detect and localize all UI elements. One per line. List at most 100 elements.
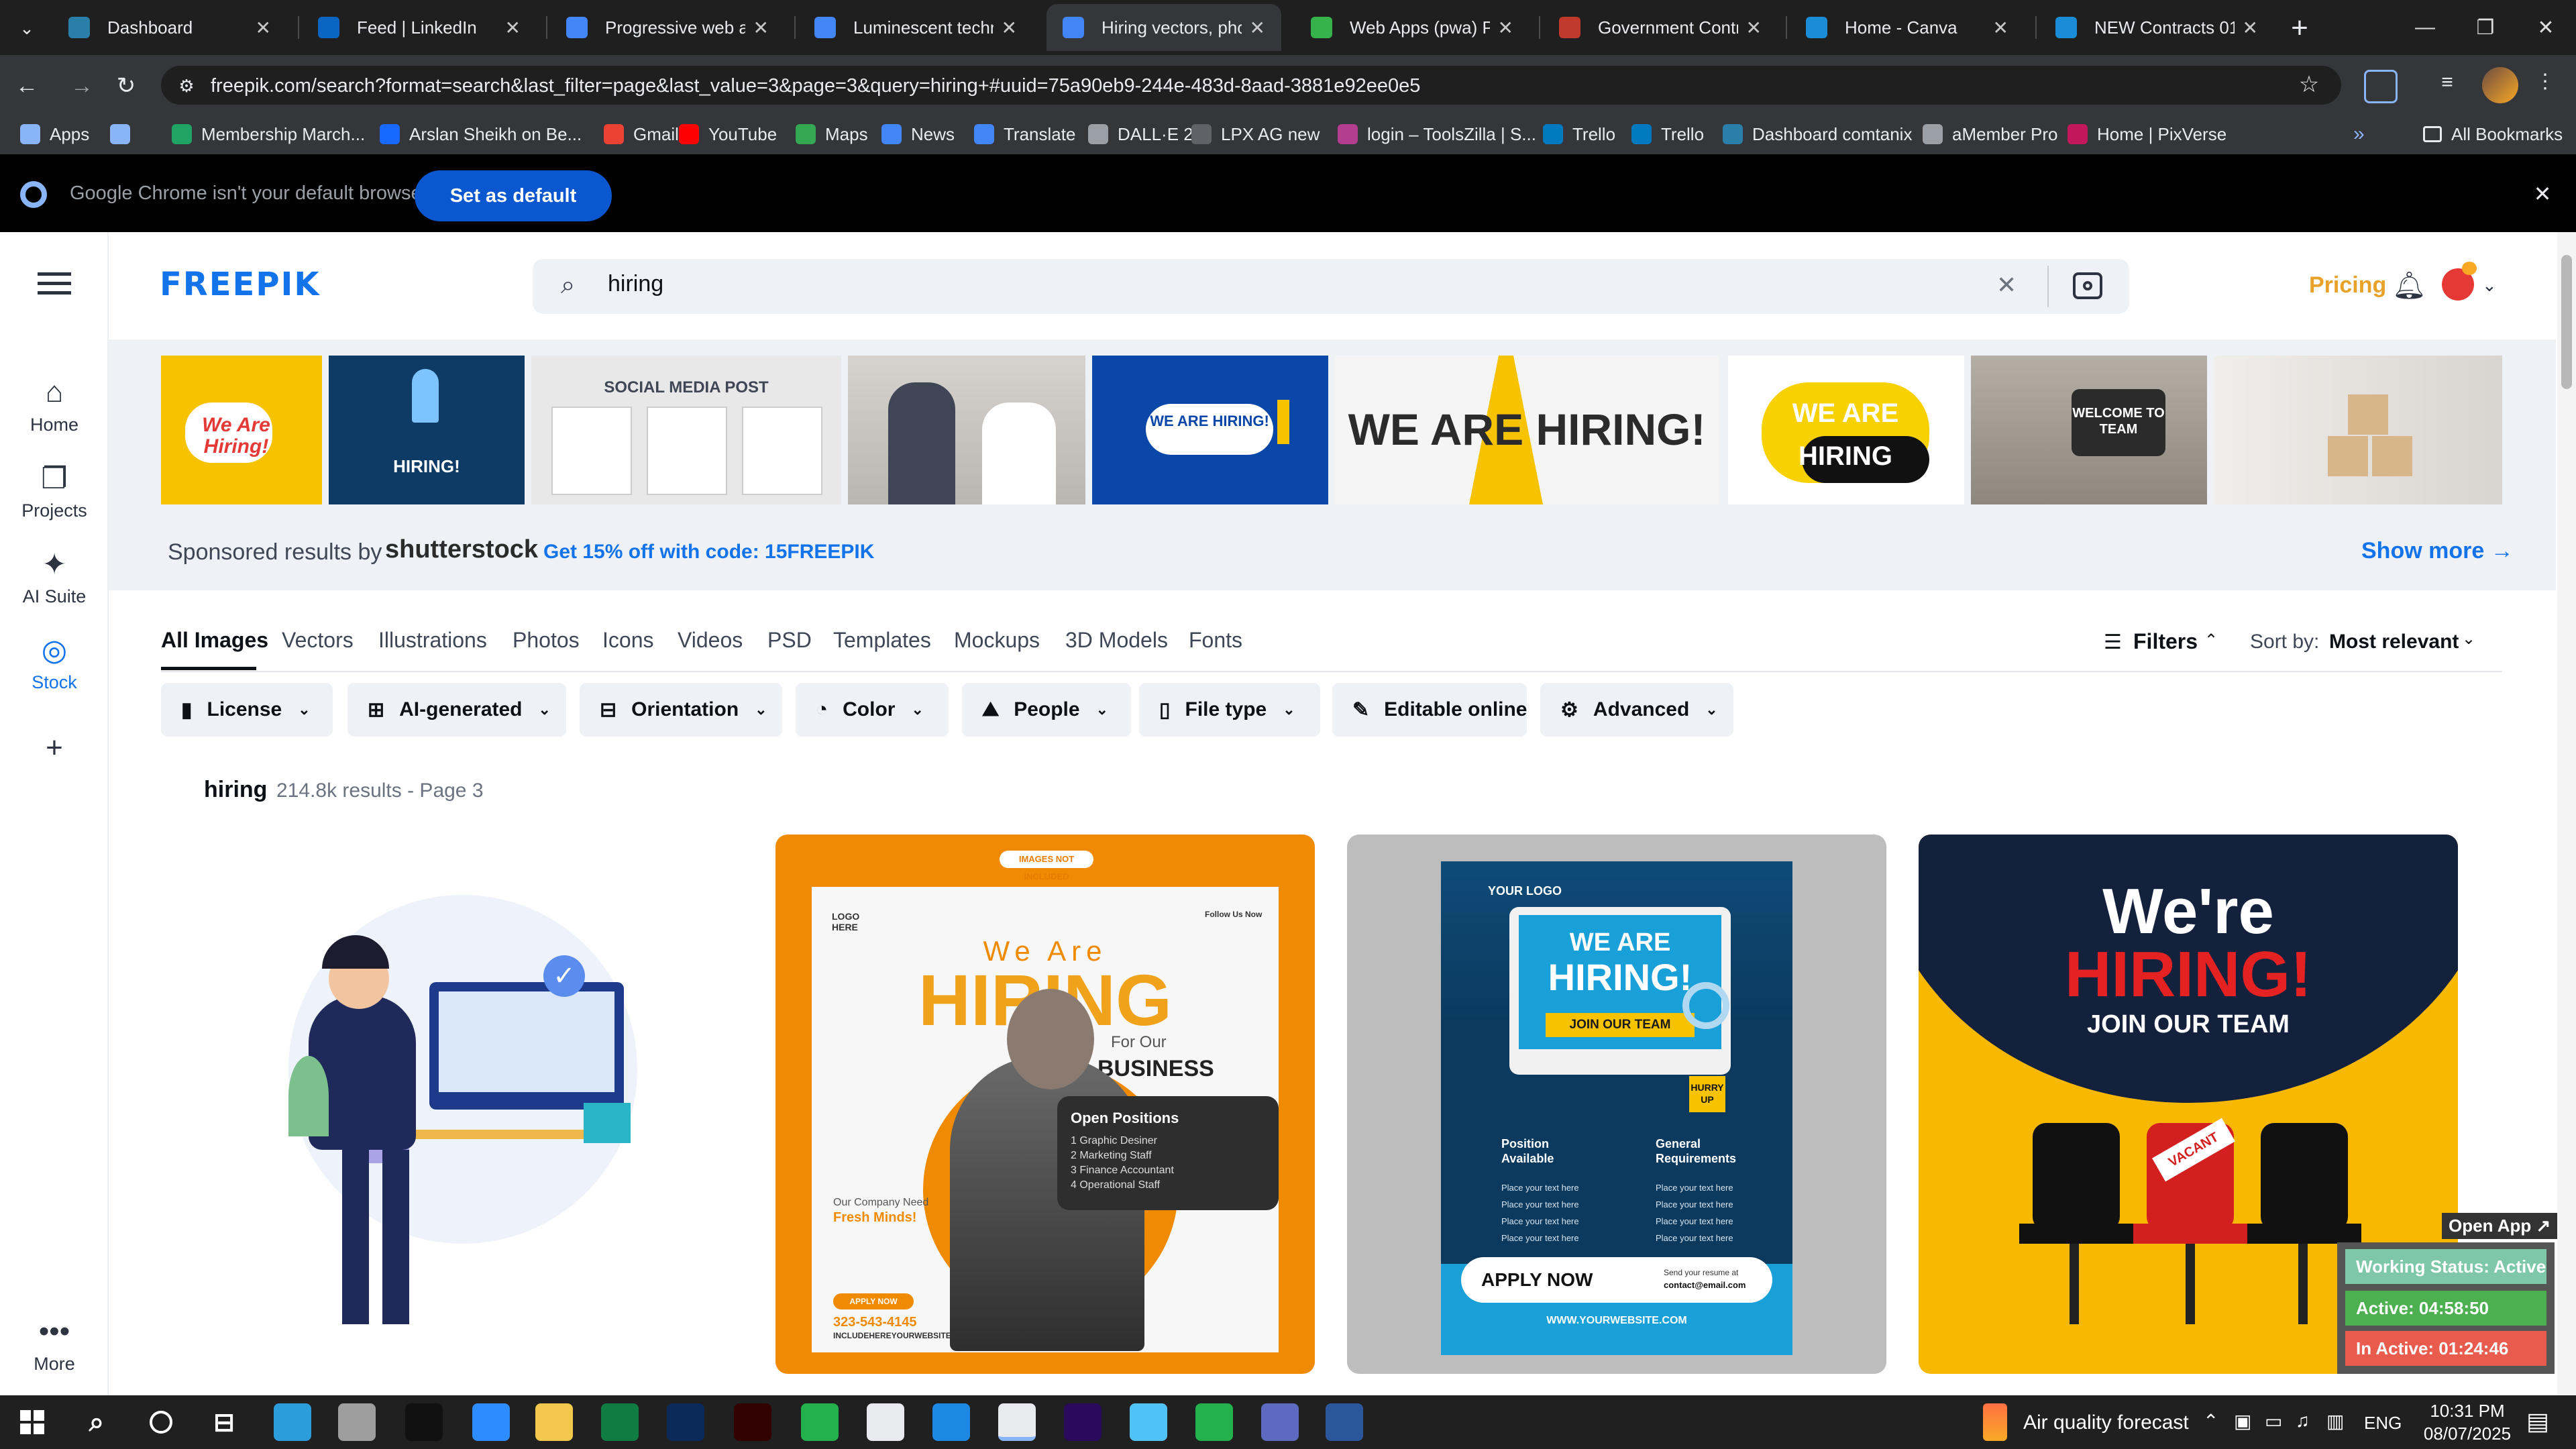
filters-button[interactable]: Filters [2133, 629, 2198, 654]
browser-tab[interactable]: Hiring vectors, photo✕ [1046, 4, 1281, 51]
search-icon[interactable]: ⌕ [78, 1403, 115, 1441]
bookmark-item[interactable]: LPX AG new [1191, 114, 1320, 154]
media-queue-icon[interactable]: ≡ [2432, 71, 2462, 101]
browser-tab[interactable]: Web Apps (pwa) Pict✕ [1295, 4, 1529, 51]
close-tab-icon[interactable]: ✕ [1746, 17, 1762, 39]
weather-icon[interactable] [1983, 1403, 2007, 1441]
sponsored-thumb[interactable]: HIRING! [329, 356, 525, 504]
green-app-icon[interactable] [801, 1403, 839, 1441]
browser-tab[interactable]: Feed | LinkedIn ✕ [302, 4, 537, 51]
scrollbar-thumb[interactable] [2561, 255, 2572, 389]
blue-app-icon[interactable] [1130, 1403, 1167, 1441]
tab-psd[interactable]: PSD [767, 628, 812, 653]
sponsored-thumb[interactable]: WELCOME TO TEAM [1971, 356, 2207, 504]
bookmark-item[interactable]: Trello [1631, 114, 1704, 154]
filter-chip-orientation[interactable]: ⊟ Orientation ⌄ [580, 683, 782, 737]
search-icon[interactable]: ⌕ [561, 271, 575, 300]
bookmark-item[interactable]: Dashboard comtanix [1723, 114, 1912, 154]
sponsored-thumb[interactable]: WE ARE HIRING! [1335, 356, 1719, 504]
hamburger-menu-icon[interactable] [38, 270, 71, 297]
file-explorer-icon[interactable] [535, 1403, 573, 1441]
illustrator-icon[interactable] [734, 1403, 771, 1441]
browser-tab[interactable]: Government Contrac✕ [1543, 4, 1778, 51]
result-card[interactable]: ✓ [208, 835, 747, 1374]
tab-all-images[interactable]: All Images [161, 628, 268, 653]
chrome-menu-icon[interactable]: ⋮ [2532, 70, 2559, 103]
sponsored-thumb[interactable] [848, 356, 1085, 504]
result-card[interactable]: YOUR LOGO WE ARE HIRING! JOIN OUR TEAM H… [1347, 835, 1886, 1374]
terminal-icon[interactable] [405, 1403, 443, 1441]
tray-camera-icon[interactable]: ▣ [2234, 1410, 2251, 1432]
sponsored-thumb[interactable] [2214, 356, 2502, 504]
tab-fonts[interactable]: Fonts [1189, 628, 1242, 653]
bookmark-item[interactable]: Home | PixVerse [2068, 114, 2226, 154]
sidebar-item-create[interactable]: + [0, 731, 109, 770]
set-as-default-button[interactable]: Set as default [415, 170, 612, 221]
open-app-link[interactable]: Open App ↗ [2442, 1213, 2558, 1239]
extension-icon[interactable] [2364, 70, 2398, 103]
search-box[interactable] [533, 259, 2129, 314]
chrome-icon[interactable] [867, 1403, 904, 1441]
clock-time[interactable]: 10:31 PM [2420, 1401, 2514, 1421]
filter-chip-color[interactable]: ◔ Color ⌄ [796, 683, 949, 737]
filter-chip-advanced[interactable]: ⚙ Advanced ⌄ [1540, 683, 1733, 737]
tab-3d-models[interactable]: 3D Models [1065, 628, 1168, 653]
account-chevron-icon[interactable]: ⌄ [2482, 275, 2497, 296]
filters-chevron-up-icon[interactable]: ⌃ [2204, 631, 2218, 650]
language-indicator[interactable]: ENG [2364, 1413, 2402, 1434]
calculator-icon[interactable] [1261, 1403, 1299, 1441]
close-tab-icon[interactable]: ✕ [1498, 17, 1513, 39]
tray-chevron-icon[interactable]: ⌃ [2203, 1410, 2218, 1432]
bookmarks-overflow-icon[interactable]: » [2353, 114, 2365, 154]
start-icon[interactable] [13, 1403, 51, 1441]
cortana-icon[interactable] [142, 1403, 180, 1441]
weather-text[interactable]: Air quality forecast [2023, 1411, 2189, 1434]
tab-icons[interactable]: Icons [602, 628, 653, 653]
page-scrollbar[interactable] [2557, 232, 2576, 1395]
sponsored-thumb[interactable]: SOCIAL MEDIA POST [531, 356, 841, 504]
reload-icon[interactable]: ↻ [107, 67, 145, 105]
browser-tab[interactable]: Dashboard ✕ [52, 4, 287, 51]
bookmark-item[interactable]: YouTube [679, 114, 777, 154]
close-tab-icon[interactable]: ✕ [505, 17, 521, 39]
tray-network-icon[interactable]: ▭ [2265, 1410, 2282, 1432]
forward-icon[interactable]: → [63, 67, 101, 105]
pricing-link[interactable]: Pricing [2309, 272, 2386, 299]
vscode-icon[interactable] [932, 1403, 970, 1441]
word-icon[interactable] [1326, 1403, 1363, 1441]
tab-mockups[interactable]: Mockups [954, 628, 1040, 653]
camera-search-icon[interactable] [2073, 272, 2102, 299]
bookmark-item[interactable]: Maps [796, 114, 868, 154]
photoshop-icon[interactable] [667, 1403, 704, 1441]
tab-vectors[interactable]: Vectors [282, 628, 354, 653]
browser-tab[interactable]: Progressive web app✕ [550, 4, 785, 51]
tab-search-chevron-icon[interactable]: ⌄ [8, 9, 46, 47]
sidebar-item-home[interactable]: ⌂ Home [0, 376, 109, 435]
freepik-logo[interactable]: FREEPIK [160, 266, 321, 303]
clock-date[interactable]: 08/07/2025 [2420, 1424, 2514, 1444]
bookmark-item[interactable] [110, 114, 140, 154]
sidebar-item-more[interactable]: ••• More [0, 1315, 109, 1375]
sort-chevron-down-icon[interactable]: ⌄ [2462, 629, 2475, 649]
tab-templates[interactable]: Templates [833, 628, 931, 653]
dismiss-bar-close-icon[interactable]: ✕ [2529, 181, 2556, 208]
close-tab-icon[interactable]: ✕ [2243, 17, 2258, 39]
tab-illustrations[interactable]: Illustrations [378, 628, 487, 653]
filter-chip-file-type[interactable]: ▯ File type ⌄ [1139, 683, 1320, 737]
bookmark-item[interactable]: login – ToolsZilla | S... [1338, 114, 1536, 154]
sponsored-thumb[interactable]: WE ARE HIRING! [1092, 356, 1328, 504]
excel-icon[interactable] [601, 1403, 639, 1441]
bookmark-item[interactable]: Membership March... [172, 114, 365, 154]
minimize-icon[interactable]: — [2395, 0, 2455, 55]
promo-text[interactable]: Get 15% off with code: 15FREEPIK [543, 541, 874, 564]
url-text[interactable]: freepik.com/search?format=search&last_fi… [211, 71, 2210, 101]
search-input[interactable]: hiring [608, 271, 663, 297]
chrome-active-icon[interactable] [998, 1403, 1036, 1441]
bookmark-item[interactable]: DALL·E 2 [1088, 114, 1193, 154]
filters-sliders-icon[interactable]: ☰ [2104, 631, 2122, 654]
bookmark-item[interactable]: Apps [20, 114, 89, 154]
close-tab-icon[interactable]: ✕ [256, 17, 271, 39]
tray-speaker-icon[interactable]: ♫ [2296, 1410, 2310, 1432]
close-tab-icon[interactable]: ✕ [1002, 17, 1017, 39]
tab-videos[interactable]: Videos [678, 628, 743, 653]
